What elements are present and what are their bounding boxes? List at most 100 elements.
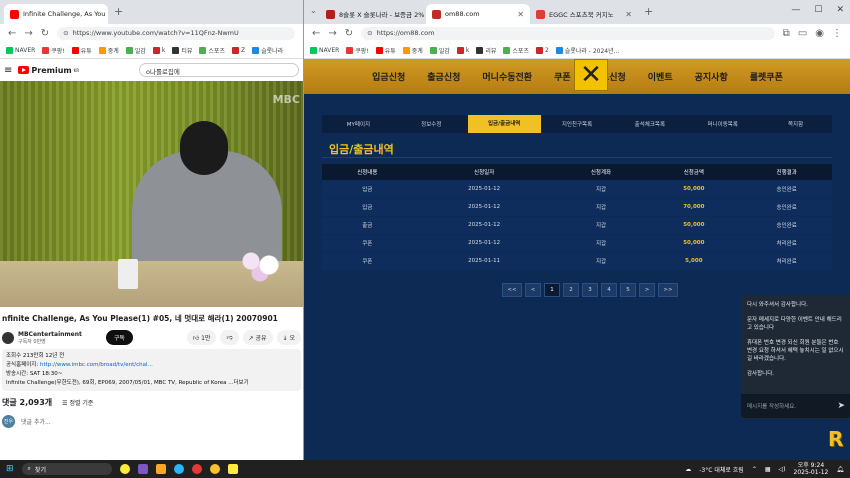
channel-name[interactable]: MBCentertainment (18, 331, 82, 338)
send-icon[interactable]: ➤ (837, 401, 845, 411)
nav-event[interactable]: 이벤트 (648, 70, 673, 83)
bookmark-item[interactable]: 스포츠 (503, 46, 529, 55)
page-1-button[interactable]: 1 (544, 283, 560, 297)
nav-money-convert[interactable]: 머니수동전환 (482, 70, 532, 83)
bookmark-item[interactable]: NAVER (6, 46, 35, 54)
close-tab-icon[interactable]: ✕ (517, 10, 524, 19)
channel-avatar[interactable] (2, 331, 14, 344)
tab-slot[interactable]: 8슬롯 X 슬롯나라 - 보증금 2% ✕ (320, 4, 426, 24)
nav-roulette[interactable]: 룰렛쿠폰 (750, 70, 783, 83)
page-5-button[interactable]: 5 (620, 283, 636, 297)
bookmark-item[interactable]: 쿠팡! (346, 46, 369, 55)
chrome-icon[interactable] (191, 464, 202, 474)
new-tab-icon[interactable]: + (114, 5, 123, 18)
nav-coupon[interactable]: 쿠폰 (554, 70, 571, 83)
sidepanel-icon[interactable]: ▭ (798, 28, 807, 39)
minimize-icon[interactable]: — (791, 5, 800, 15)
youtube-logo[interactable]: Premium KR (18, 66, 79, 75)
page-4-button[interactable]: 4 (601, 283, 617, 297)
close-icon[interactable]: ✕ (574, 59, 608, 91)
bookmark-item[interactable]: 스포츠 (199, 46, 225, 55)
reload-icon[interactable]: ↻ (41, 28, 49, 39)
page-last-button[interactable]: >> (658, 283, 678, 297)
search-input[interactable]: o나롤로집에 (139, 63, 299, 77)
maximize-icon[interactable]: ☐ (814, 5, 822, 15)
page-next-button[interactable]: > (639, 283, 655, 297)
tab-search-icon[interactable]: ⌄ (310, 6, 317, 15)
subtab-attendance[interactable]: 출석체크목록 (613, 120, 686, 128)
bookmark-item[interactable]: 2 (535, 46, 549, 54)
subtab-transactions[interactable]: 입금/출금내역 (467, 115, 541, 133)
page-first-button[interactable]: << (502, 283, 522, 297)
nav-withdraw[interactable]: 출금신청 (427, 70, 460, 83)
dislike-button[interactable]: 👎︎ (220, 330, 239, 345)
bookmark-item[interactable]: 일감 (125, 46, 146, 55)
page-2-button[interactable]: 2 (563, 283, 579, 297)
nav-notice[interactable]: 공지사항 (695, 70, 728, 83)
close-tab-icon[interactable]: ✕ (625, 10, 632, 19)
subscribe-button[interactable]: 구독 (105, 330, 133, 345)
subtab-messages[interactable]: 쪽지함 (759, 120, 832, 128)
widget-icon[interactable] (119, 464, 130, 474)
more-icon[interactable]: ⋮ (832, 28, 842, 39)
tray-expand-icon[interactable]: ⌃ (752, 466, 757, 473)
bookmark-item[interactable]: 티뷰 (172, 46, 192, 55)
back-icon[interactable]: ← (312, 28, 320, 39)
forward-icon[interactable]: → (24, 28, 32, 39)
notification-icon[interactable]: 🔔︎ (836, 466, 844, 473)
tab-eggc[interactable]: EGGC 스포츠북 커지노 ✕ (530, 4, 638, 24)
bookmark-item[interactable]: 일감 (429, 46, 450, 55)
chat-input[interactable]: 메시지를 작성하세요. ➤ (741, 394, 850, 418)
back-icon[interactable]: ← (8, 28, 16, 39)
menu-icon[interactable]: ≡ (4, 65, 12, 76)
bookmark-item[interactable]: 유튜 (71, 46, 92, 55)
taskbar-search[interactable]: ⌕ 찾기 (21, 463, 112, 475)
tab-om88[interactable]: om88.com ✕ (426, 4, 530, 24)
volume-icon[interactable]: ◁) (779, 466, 786, 473)
bookmark-item[interactable]: 중계 (98, 46, 119, 55)
subtab-money-move[interactable]: 머니이동목록 (686, 120, 759, 128)
kakaotalk-icon[interactable] (227, 464, 238, 474)
address-bar[interactable]: ⊙ https://om88.com (361, 26, 775, 40)
bookmark-item[interactable]: k (152, 46, 165, 54)
page-prev-button[interactable]: < (525, 283, 541, 297)
network-icon[interactable]: ▦ (765, 466, 771, 473)
close-window-icon[interactable]: ✕ (836, 5, 844, 15)
bookmark-item[interactable]: 중계 (402, 46, 423, 55)
bookmark-item[interactable]: 슬롯나라 (252, 46, 283, 55)
bookmark-item[interactable]: Z (231, 46, 245, 54)
nav-deposit[interactable]: 입금신청 (372, 70, 405, 83)
weather-text[interactable]: -3°C 대체로 흐림 (699, 465, 744, 474)
video-player[interactable]: MBC (0, 81, 303, 307)
download-button[interactable]: ↓ 오 (276, 330, 301, 345)
gallery-icon[interactable] (137, 464, 148, 474)
profile-icon[interactable]: ◉ (815, 28, 824, 39)
address-bar[interactable]: ⊙ https://www.youtube.com/watch?v=11QFnz… (57, 26, 295, 40)
extensions-icon[interactable]: ⧉ (783, 28, 790, 39)
bookmark-item[interactable]: 슬롯나라 - 2024년... (555, 46, 619, 55)
like-button[interactable]: 👍︎ 1만 (186, 330, 217, 345)
file-explorer-icon[interactable] (155, 464, 166, 474)
tab-youtube[interactable]: Infinite Challenge, As You ✕ (4, 4, 108, 24)
weather-icon[interactable]: ☁ (685, 466, 691, 473)
subtab-edit-info[interactable]: 정보수정 (395, 120, 468, 128)
clock[interactable]: 오후 9:24 2025-01-12 (794, 462, 829, 476)
video-description[interactable]: 조회수 213만회 12년 전 공식홈페이지: http://www.imbc.… (2, 349, 301, 391)
forward-icon[interactable]: → (328, 28, 336, 39)
bookmark-item[interactable]: 유튜 (375, 46, 396, 55)
bookmark-item[interactable]: 쿠팡! (42, 46, 65, 55)
bookmark-item[interactable]: 리뷰 (476, 46, 496, 55)
bookmark-item[interactable]: NAVER (310, 46, 339, 54)
subtab-mypage[interactable]: MY페이지 (322, 120, 395, 128)
edge-icon[interactable] (173, 464, 184, 474)
windows-start-icon[interactable]: ⊞ (6, 464, 14, 474)
share-button[interactable]: ↗ 공유 (242, 330, 273, 345)
new-tab-icon[interactable]: + (644, 5, 653, 18)
homepage-link[interactable]: http://www.imbc.com/broad/tv/ent/chal... (40, 362, 153, 368)
comment-input[interactable]: 댓글 추가... (21, 417, 51, 426)
chrome-active-icon[interactable] (209, 464, 220, 474)
subtab-friends[interactable]: 지인친구목록 (541, 120, 614, 128)
page-3-button[interactable]: 3 (582, 283, 598, 297)
bookmark-item[interactable]: k (456, 46, 469, 54)
reload-icon[interactable]: ↻ (345, 28, 353, 39)
